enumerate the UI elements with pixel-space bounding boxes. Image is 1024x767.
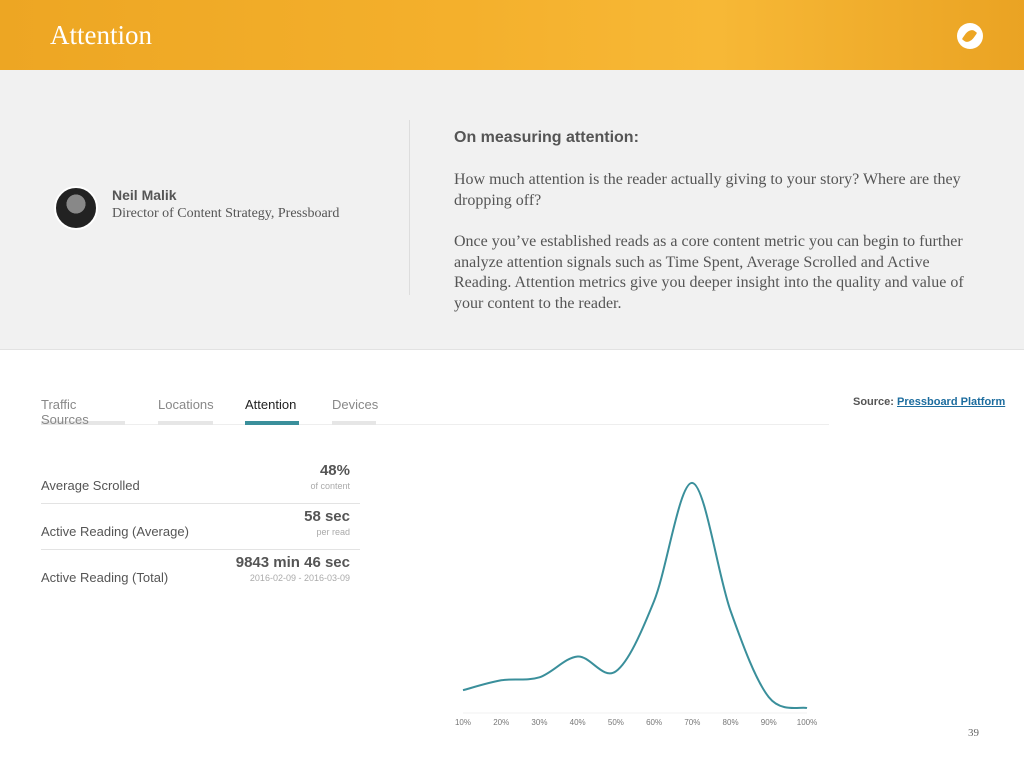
pressboard-quill-icon (957, 23, 983, 49)
tab-locations[interactable]: Locations (158, 397, 214, 425)
tab-devices[interactable]: Devices (332, 397, 378, 425)
quote-paragraph: How much attention is the reader actuall… (454, 171, 961, 209)
author-role: Director of Content Strategy, Pressboard (112, 206, 340, 221)
stat-sub: of content (310, 481, 350, 491)
x-tick-label: 90% (761, 718, 777, 727)
x-tick-label: 70% (684, 718, 700, 727)
divider (409, 120, 410, 295)
tab-traffic-sources[interactable]: Traffic Sources (41, 397, 125, 427)
author-name: Neil Malik (112, 187, 177, 203)
tab-attention[interactable]: Attention (245, 397, 299, 425)
stat-value: 58 sec (304, 508, 350, 525)
x-tick-label: 40% (570, 718, 586, 727)
stat-label: Active Reading (Average) (41, 524, 189, 539)
x-tick-label: 100% (797, 718, 817, 727)
source-label: Source: (853, 396, 894, 408)
stat-value: 9843 min 46 sec (235, 554, 350, 571)
stat-row: Active Reading (Total) 9843 min 46 sec 2… (41, 550, 360, 596)
header-banner: Attention (0, 0, 1024, 70)
x-tick-label: 20% (493, 718, 509, 727)
source-note: Source: Pressboard Platform (853, 396, 1005, 408)
stat-row: Active Reading (Average) 58 sec per read (41, 504, 360, 550)
stat-sub: 2016-02-09 - 2016-03-09 (249, 573, 350, 583)
quote-paragraph: Once you’ve established reads as a core … (454, 233, 964, 312)
x-tick-label: 10% (455, 718, 471, 727)
quote-section: Neil Malik Director of Content Strategy,… (0, 70, 1024, 350)
page-number: 39 (968, 727, 979, 739)
stat-label: Active Reading (Total) (41, 570, 169, 585)
stat-sub: per read (316, 527, 350, 537)
x-tick-label: 80% (723, 718, 739, 727)
attention-chart: 10% 20% 30% 40% 50% 60% 70% 80% 90% 100% (455, 481, 817, 727)
x-tick-label: 60% (646, 718, 662, 727)
x-tick-label: 30% (531, 718, 547, 727)
series-line (462, 481, 808, 710)
quote-heading: On measuring attention: (454, 129, 639, 146)
stat-value: 48% (319, 462, 350, 479)
stat-label: Average Scrolled (41, 478, 140, 493)
page-title: Attention (50, 20, 152, 50)
quote-text: How much attention is the reader actuall… (454, 170, 984, 335)
avatar (54, 186, 98, 230)
x-tick-label: 50% (608, 718, 624, 727)
source-link[interactable]: Pressboard Platform (897, 396, 1005, 408)
stat-row: Average Scrolled 48% of content (41, 458, 360, 504)
tab-bar: Traffic Sources Locations Attention Devi… (41, 397, 829, 427)
